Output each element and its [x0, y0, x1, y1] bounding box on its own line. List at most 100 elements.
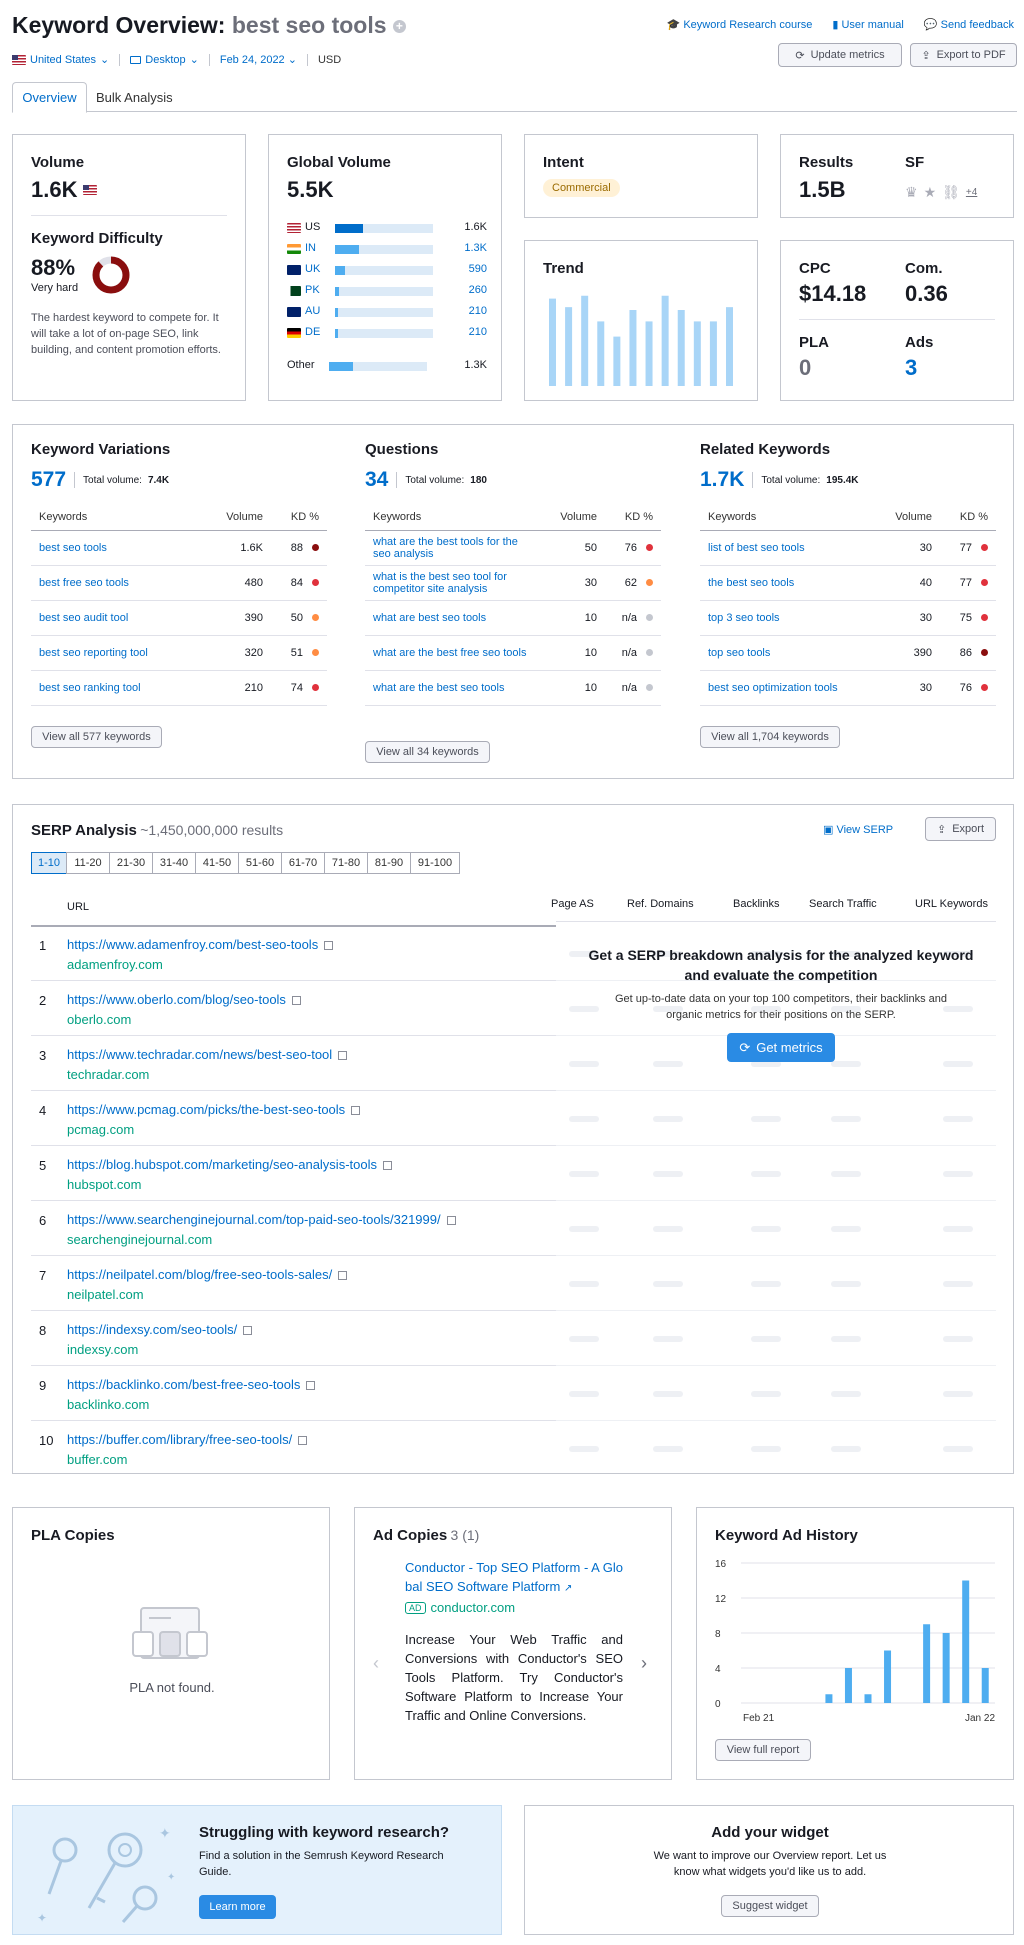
page-51-60[interactable]: 51-60: [238, 852, 282, 874]
serp-row: 10 https://buffer.com/library/free-seo-to…: [31, 1421, 556, 1473]
view-serp-link[interactable]: ▣ View SERP: [823, 823, 893, 836]
country-value[interactable]: 590: [469, 263, 487, 275]
serp-url-link[interactable]: https://www.adamenfroy.com/best-seo-tool…: [67, 937, 334, 952]
serp-export-button[interactable]: ⇪ Export: [925, 817, 996, 841]
page-81-90[interactable]: 81-90: [367, 852, 411, 874]
related-section: Related Keywords 1.7K Total volume: 195.…: [700, 441, 859, 492]
keyword-link[interactable]: what is the best seo tool for competitor…: [365, 571, 537, 595]
col-keywords: Keywords: [39, 510, 88, 523]
keyword-link[interactable]: best seo tools: [31, 542, 203, 554]
device-filter[interactable]: Desktop ⌄: [120, 53, 209, 66]
kd-dot-icon: [980, 684, 988, 691]
page-71-80[interactable]: 71-80: [324, 852, 368, 874]
keyword-link[interactable]: best seo reporting tool: [31, 647, 203, 659]
view-all-related-button[interactable]: View all 1,704 keywords: [700, 726, 840, 748]
view-all-variations-button[interactable]: View all 577 keywords: [31, 726, 162, 748]
serp-url-link[interactable]: https://neilpatel.com/blog/free-seo-tool…: [67, 1267, 348, 1282]
country-value: 1.6K: [464, 221, 487, 233]
volume-cell: 390: [913, 647, 932, 659]
keyword-link[interactable]: what are best seo tools: [365, 612, 537, 624]
get-metrics-button[interactable]: ⟳ Get metrics: [727, 1033, 835, 1062]
view-full-report-button[interactable]: View full report: [715, 1739, 811, 1761]
course-link[interactable]: 🎓 Keyword Research course: [667, 18, 813, 31]
update-metrics-button[interactable]: ⟳ Update metrics: [778, 43, 902, 67]
country-value[interactable]: 1.3K: [464, 242, 487, 254]
view-all-questions-button[interactable]: View all 34 keywords: [365, 741, 490, 763]
keyword-link[interactable]: top seo tools: [700, 647, 872, 659]
ad-copies-count: 3 (1): [450, 1527, 480, 1543]
external-link-icon: [298, 1436, 308, 1445]
add-keyword-icon[interactable]: +: [392, 20, 406, 34]
country-code: DE: [305, 326, 321, 338]
serp-url-link[interactable]: https://www.searchenginejournal.com/top-…: [67, 1212, 456, 1227]
serp-url-link[interactable]: https://blog.hubspot.com/marketing/seo-a…: [67, 1157, 392, 1172]
serp-domain: pcmag.com: [67, 1122, 135, 1137]
tab-overview[interactable]: Overview: [12, 82, 87, 113]
serp-url-link[interactable]: https://buffer.com/library/free-seo-tool…: [67, 1432, 308, 1447]
serp-url-link[interactable]: https://www.oberlo.com/blog/seo-tools: [67, 992, 301, 1007]
keyword-link[interactable]: best seo optimization tools: [700, 682, 872, 694]
page-61-70[interactable]: 61-70: [281, 852, 325, 874]
kd-dot-icon: [311, 684, 319, 691]
page-11-20[interactable]: 11-20: [66, 852, 110, 874]
serp-row: 7 https://neilpatel.com/blog/free-seo-too…: [31, 1256, 556, 1311]
keyword-link[interactable]: best seo ranking tool: [31, 682, 203, 694]
col-volume: Volume: [226, 510, 263, 523]
serp-url-link[interactable]: https://www.pcmag.com/picks/the-best-seo…: [67, 1102, 361, 1117]
kd-cell: 75: [959, 612, 972, 624]
cpc-label: CPC: [799, 260, 831, 277]
keyword-link[interactable]: top 3 seo tools: [700, 612, 872, 624]
ads-value[interactable]: 3: [905, 355, 917, 381]
table-header: Keywords Volume KD %: [700, 503, 996, 531]
other-bar: [329, 362, 427, 371]
kd-dot-icon: [311, 649, 319, 656]
manual-link[interactable]: ▮ User manual: [832, 18, 903, 31]
country-value[interactable]: 210: [469, 305, 487, 317]
serp-position: 4: [39, 1103, 47, 1118]
kd-cell: 77: [959, 542, 972, 554]
keyword-link[interactable]: what are the best seo tools: [365, 682, 537, 694]
keyword-link[interactable]: what are the best tools for the seo anal…: [365, 536, 537, 560]
questions-count[interactable]: 34: [365, 468, 388, 492]
country-bar-fill: [335, 266, 345, 275]
country-row-in: IN 1.3K: [287, 242, 487, 256]
country-value[interactable]: 210: [469, 326, 487, 338]
chevron-right-icon[interactable]: ›: [641, 1653, 647, 1674]
suggest-widget-button[interactable]: Suggest widget: [721, 1895, 819, 1917]
trend-bar: [677, 310, 685, 386]
serp-url-link[interactable]: https://www.techradar.com/news/best-seo-…: [67, 1047, 348, 1062]
related-count[interactable]: 1.7K: [700, 468, 744, 492]
sf-more[interactable]: +4: [966, 187, 977, 198]
keyword-link[interactable]: list of best seo tools: [700, 542, 872, 554]
learn-more-button[interactable]: Learn more: [199, 1895, 276, 1919]
export-pdf-button[interactable]: ⇪ Export to PDF: [910, 43, 1017, 67]
page-1-10[interactable]: 1-10: [31, 852, 67, 874]
page-21-30[interactable]: 21-30: [109, 852, 153, 874]
page-91-100[interactable]: 91-100: [410, 852, 460, 874]
feedback-link[interactable]: 💬 Send feedback: [924, 18, 1014, 31]
keyword-link[interactable]: best free seo tools: [31, 577, 203, 589]
external-link-icon: [351, 1106, 361, 1115]
ads-label: Ads: [905, 334, 934, 351]
keyword-link[interactable]: best seo audit tool: [31, 612, 203, 624]
desktop-icon: [130, 55, 142, 64]
serp-url-link[interactable]: https://indexsy.com/seo-tools/: [67, 1322, 253, 1337]
date-filter[interactable]: Feb 24, 2022 ⌄: [210, 53, 307, 66]
ad-title-link[interactable]: Conductor - Top SEO Platform - A Global …: [405, 1558, 625, 1598]
page-31-40[interactable]: 31-40: [152, 852, 196, 874]
country-bar: [335, 245, 433, 254]
y-tick-label: 4: [715, 1664, 721, 1675]
tab-bulk-analysis[interactable]: Bulk Analysis: [96, 82, 173, 112]
page-41-50[interactable]: 41-50: [195, 852, 239, 874]
country-bar-fill: [335, 245, 359, 254]
volume-cell: 210: [244, 682, 263, 694]
serp-url-link[interactable]: https://backlinko.com/best-free-seo-tool…: [67, 1377, 316, 1392]
keyword-link[interactable]: the best seo tools: [700, 577, 872, 589]
variations-count[interactable]: 577: [31, 468, 66, 492]
country-filter[interactable]: United States ⌄: [12, 53, 119, 66]
serp-row: 5 https://blog.hubspot.com/marketing/seo-…: [31, 1146, 556, 1201]
keyword-link[interactable]: what are the best free seo tools: [365, 647, 537, 659]
chevron-left-icon[interactable]: ‹: [373, 1653, 379, 1674]
serp-position: 2: [39, 993, 47, 1008]
country-value[interactable]: 260: [469, 284, 487, 296]
